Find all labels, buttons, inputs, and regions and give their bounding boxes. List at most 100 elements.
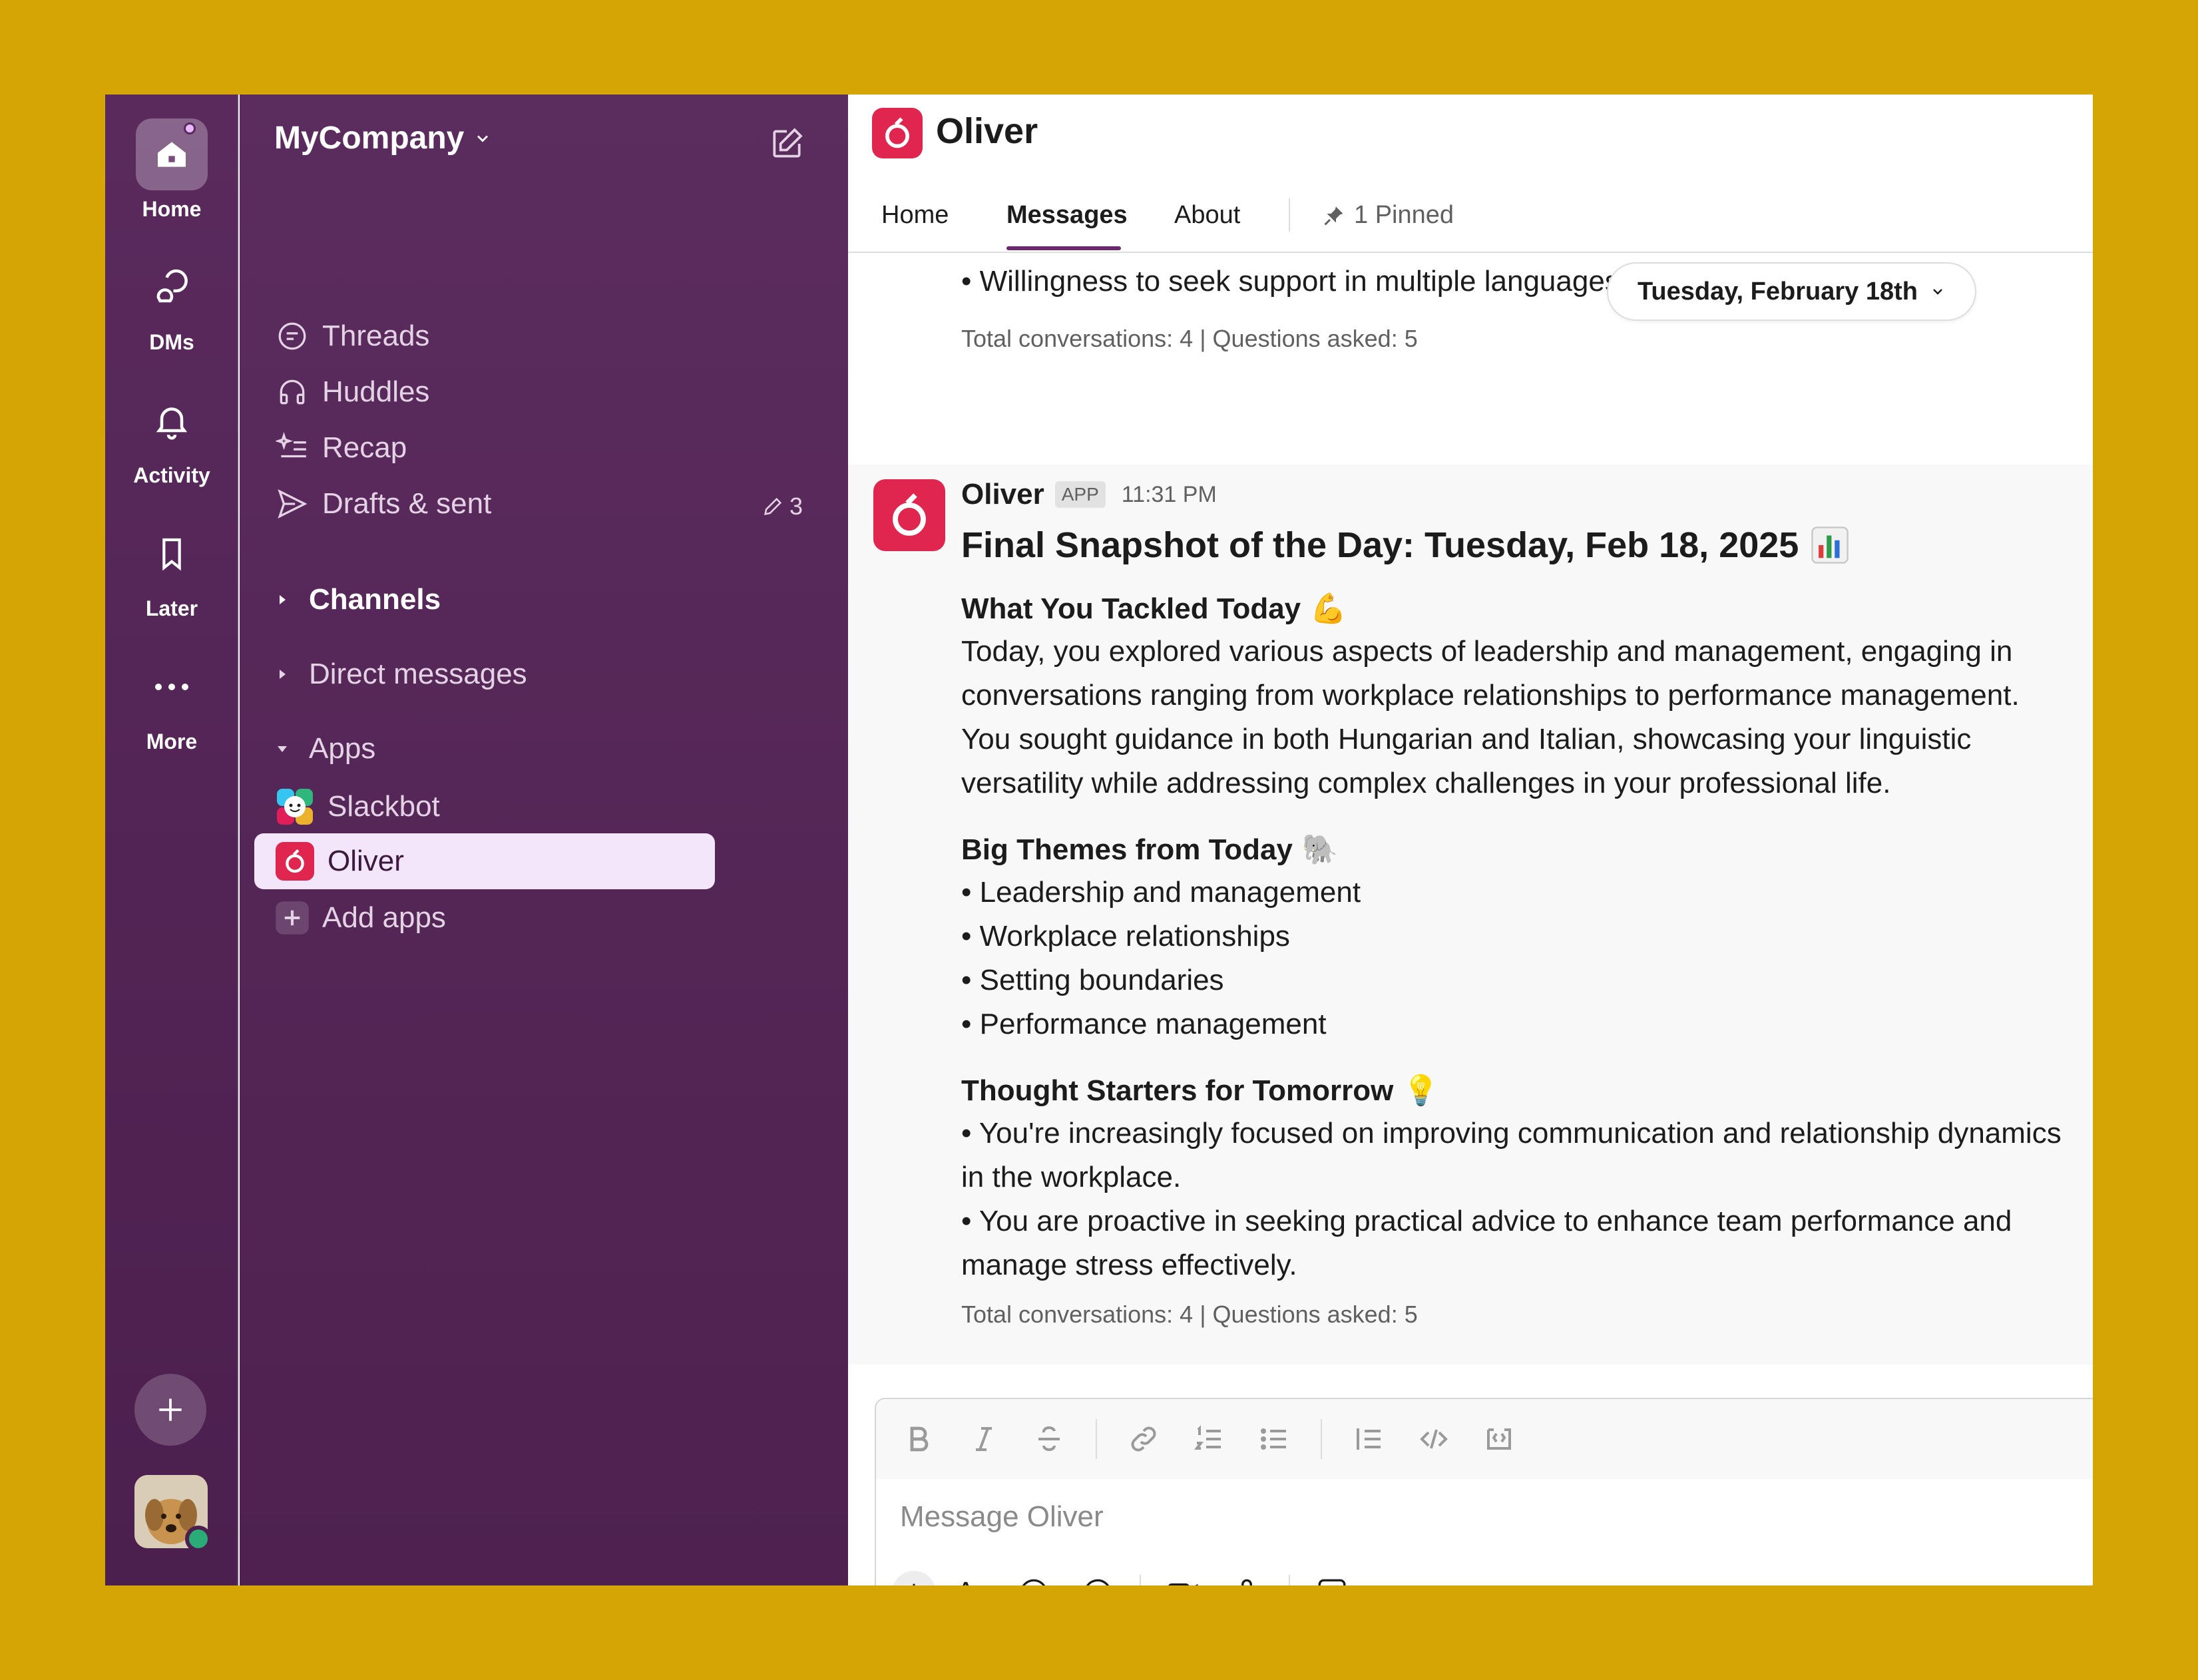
sidebar: MyCompany Threads Huddles Recap Drafts &… xyxy=(240,95,848,1585)
rail-more[interactable]: More xyxy=(105,651,238,754)
rail-later[interactable]: Later xyxy=(105,518,238,621)
section-title: Thought Starters for Tomorrow 💡 xyxy=(961,1070,2066,1112)
apps-section-toggle[interactable]: Apps xyxy=(274,732,375,765)
home-icon xyxy=(136,118,208,190)
code-block-button[interactable] xyxy=(1480,1420,1518,1458)
italic-icon xyxy=(976,1427,992,1451)
bar-chart-emoji-icon xyxy=(1811,526,1849,564)
dms-icon xyxy=(136,252,208,323)
divider xyxy=(1289,198,1290,232)
sidebar-item-drafts[interactable]: Drafts & sent xyxy=(274,486,491,522)
emoji-button[interactable] xyxy=(1012,1571,1056,1585)
compose-icon xyxy=(773,128,803,158)
formatting-toolbar xyxy=(876,1399,2093,1479)
headphones-icon xyxy=(274,374,310,410)
sidebar-item-recap[interactable]: Recap xyxy=(274,430,407,466)
slackbot-icon xyxy=(276,787,314,826)
channel-header: Oliver Home Messages About 1 Pinned xyxy=(848,95,2093,253)
message-meta: Total conversations: 4 | Questions asked… xyxy=(961,1301,1418,1328)
rail-more-label: More xyxy=(146,730,198,753)
formatting-toggle-button[interactable]: Aa xyxy=(956,1571,992,1585)
channels-section-toggle[interactable]: Channels xyxy=(274,583,441,616)
bold-button[interactable] xyxy=(900,1420,937,1458)
strikethrough-button[interactable] xyxy=(1030,1420,1068,1458)
audio-clip-button[interactable] xyxy=(1225,1571,1269,1585)
tab-messages[interactable]: Messages xyxy=(1006,201,1128,230)
bullet-list-button[interactable] xyxy=(1255,1420,1293,1458)
add-workspace-button[interactable] xyxy=(134,1374,206,1446)
caret-right-icon xyxy=(280,670,286,679)
rail-home[interactable]: Home xyxy=(105,118,238,222)
bold-icon xyxy=(910,1426,929,1452)
bookmark-icon xyxy=(136,518,208,590)
workspace-switcher[interactable]: MyCompany xyxy=(274,120,492,156)
sidebar-item-oliver[interactable]: Oliver xyxy=(254,833,715,889)
tab-about[interactable]: About xyxy=(1174,201,1240,230)
italic-button[interactable] xyxy=(965,1420,1002,1458)
blockquote-button[interactable] xyxy=(1350,1420,1387,1458)
sidebar-item-label: Recap xyxy=(322,431,407,464)
dms-section-toggle[interactable]: Direct messages xyxy=(274,658,527,691)
sidebar-item-label: Huddles xyxy=(322,375,430,408)
dms-label: Direct messages xyxy=(309,658,527,690)
unread-dot xyxy=(184,122,196,134)
code-button[interactable] xyxy=(1415,1420,1452,1458)
channel-title[interactable]: Oliver xyxy=(936,110,1038,152)
slash-command-button[interactable] xyxy=(1310,1571,1354,1585)
list-item: • You're increasingly focused on improvi… xyxy=(961,1117,2062,1193)
video-clip-button[interactable] xyxy=(1161,1571,1205,1585)
add-apps-button[interactable]: Add apps xyxy=(274,900,446,936)
mention-button[interactable] xyxy=(1076,1571,1120,1585)
app-badge: APP xyxy=(1054,481,1106,508)
flexed-biceps-emoji-icon: 💪 xyxy=(1310,592,1347,625)
list-item: • Workplace relationships xyxy=(961,920,1290,952)
microphone-icon xyxy=(1241,1579,1252,1585)
sparkle-list-icon xyxy=(274,430,310,466)
message-input[interactable] xyxy=(900,1500,2032,1534)
rail-dms[interactable]: DMs xyxy=(105,252,238,355)
attach-button[interactable] xyxy=(892,1571,936,1585)
code-block-icon xyxy=(1487,1428,1511,1450)
previous-bullet: • Willingness to seek support in multipl… xyxy=(961,265,1620,298)
compose-button[interactable] xyxy=(766,122,808,165)
more-dots-icon xyxy=(136,651,208,723)
sidebar-item-label: Drafts & sent xyxy=(322,487,492,520)
section-title-text: What You Tackled Today xyxy=(961,592,1301,625)
light-bulb-emoji-icon: 💡 xyxy=(1403,1074,1440,1107)
workspace-rail: Home DMs Activity Later More xyxy=(105,95,238,1585)
ordered-list-button[interactable] xyxy=(1190,1420,1227,1458)
sidebar-item-label: Oliver xyxy=(328,845,404,877)
rail-activity-label: Activity xyxy=(133,463,210,487)
add-apps-label: Add apps xyxy=(322,901,446,934)
timestamp[interactable]: 11:31 PM xyxy=(1122,482,1217,508)
section-title: What You Tackled Today 💪 xyxy=(961,588,2066,630)
video-camera-icon xyxy=(1168,1583,1198,1585)
formatting-label: Aa xyxy=(956,1576,992,1585)
caret-down-icon xyxy=(278,746,287,752)
oliver-logo-icon xyxy=(276,842,314,881)
rail-activity[interactable]: Activity xyxy=(105,385,238,488)
sidebar-item-threads[interactable]: Threads xyxy=(274,318,429,354)
chevron-down-icon xyxy=(477,134,489,142)
oliver-avatar[interactable] xyxy=(873,479,945,551)
section-title: Big Themes from Today 🐘 xyxy=(961,829,2066,871)
pinned-button[interactable]: 1 Pinned xyxy=(1322,201,1454,230)
link-button[interactable] xyxy=(1125,1420,1162,1458)
section-title-text: Thought Starters for Tomorrow xyxy=(961,1074,1394,1107)
sidebar-item-label: Threads xyxy=(322,319,430,352)
at-sign-icon xyxy=(1086,1579,1109,1585)
oliver-logo-icon xyxy=(872,108,923,158)
sidebar-item-slackbot[interactable]: Slackbot xyxy=(254,779,715,835)
slash-command-icon xyxy=(1318,1579,1346,1585)
section-paragraph: Today, you explored various aspects of l… xyxy=(961,635,2020,799)
sender-name[interactable]: Oliver xyxy=(961,478,1044,511)
sidebar-item-huddles[interactable]: Huddles xyxy=(274,374,429,410)
date-jump-button[interactable]: Tuesday, February 18th xyxy=(1607,262,1976,321)
drafts-count: 3 xyxy=(789,493,803,520)
rail-dms-label: DMs xyxy=(149,330,194,354)
tab-home[interactable]: Home xyxy=(881,201,949,230)
pinned-label: 1 Pinned xyxy=(1354,201,1454,229)
channels-label: Channels xyxy=(309,583,441,616)
plus-icon xyxy=(913,1583,915,1585)
workspace-name: MyCompany xyxy=(274,120,465,156)
